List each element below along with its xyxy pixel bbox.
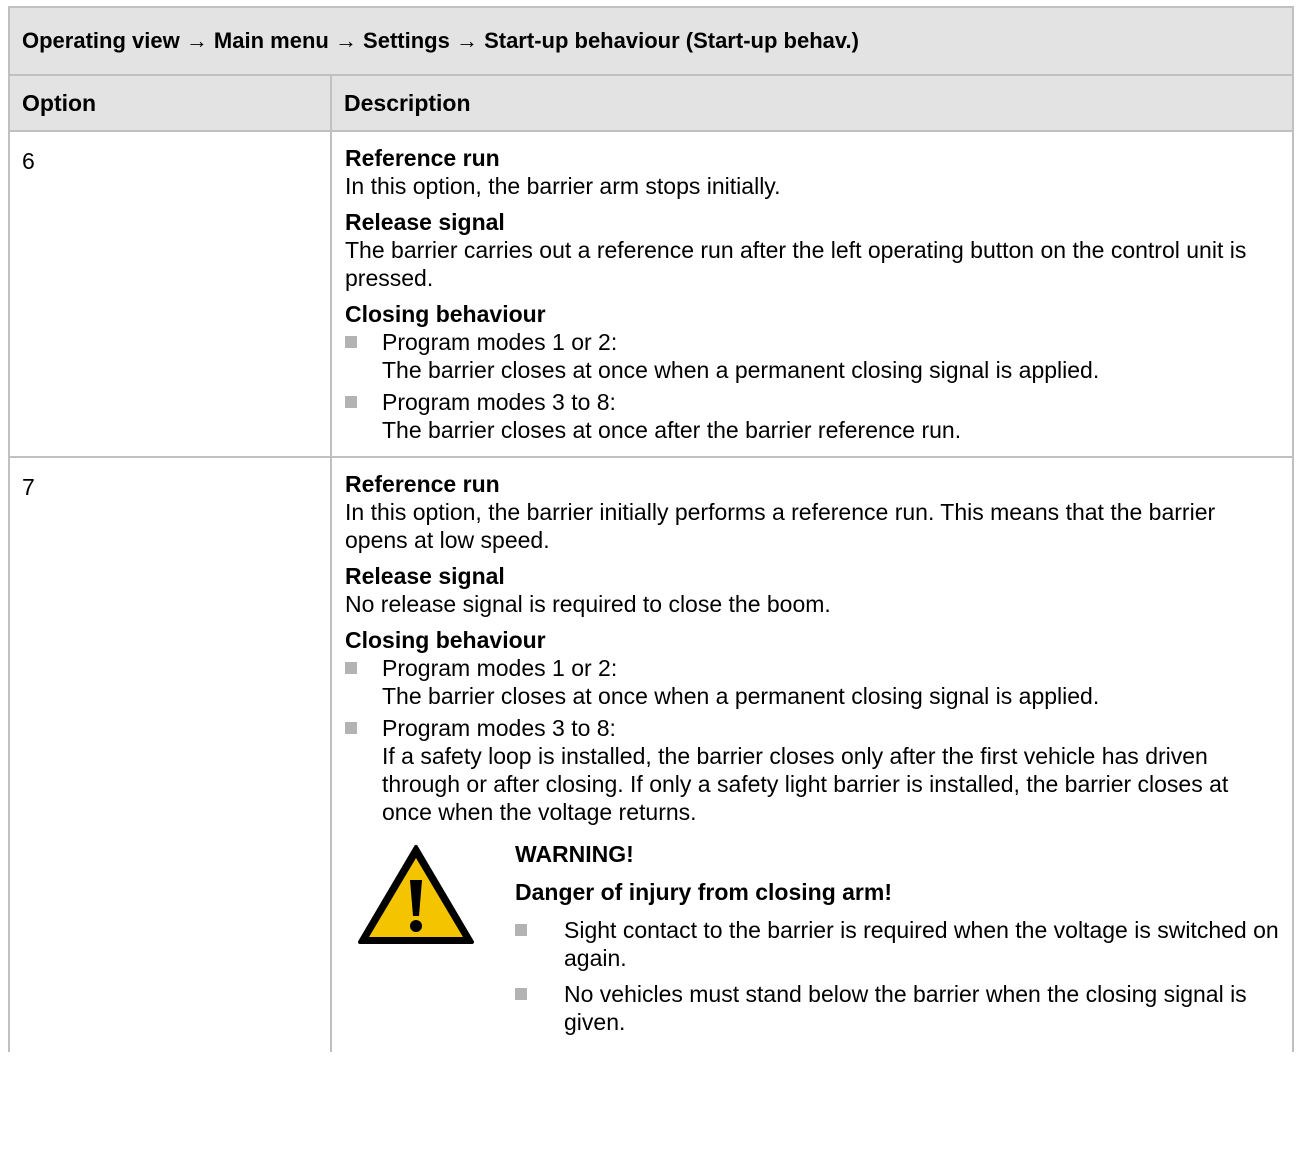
option-description: Reference run In this option, the barrie… — [330, 130, 1294, 458]
warning-list: Sight contact to the barrier is required… — [515, 916, 1280, 1036]
table-row: 7 Reference run In this option, the barr… — [8, 456, 1294, 1052]
program-mode: Program modes 3 to 8: — [382, 389, 616, 415]
warning-triangle-icon — [358, 845, 474, 944]
section-text: The barrier carries out a reference run … — [345, 237, 1247, 291]
section-heading: Reference run — [345, 471, 500, 497]
program-mode-text: The barrier closes at once when a perman… — [382, 357, 1100, 383]
bullet-square-icon — [345, 396, 357, 408]
bullet-square-icon — [345, 336, 357, 348]
column-header-row: Option Description — [8, 74, 1294, 132]
list-item: No vehicles must stand below the barrier… — [515, 980, 1280, 1036]
section-text: In this option, the barrier arm stops in… — [345, 173, 781, 199]
table-row: 6 Reference run In this option, the barr… — [8, 130, 1294, 458]
program-mode: Program modes 1 or 2: — [382, 329, 618, 355]
column-header-description: Description — [330, 74, 1294, 132]
program-mode-text: The barrier closes at once when a perman… — [382, 683, 1100, 709]
bullet-square-icon — [345, 662, 357, 674]
list-item: Sight contact to the barrier is required… — [515, 916, 1280, 972]
closing-list: Program modes 1 or 2: The barrier closes… — [345, 328, 1280, 444]
warning-title: WARNING! — [515, 841, 634, 867]
option-value: 7 — [8, 456, 332, 1052]
settings-table: Operating view → Main menu → Settings → … — [8, 6, 1294, 1052]
program-mode: Program modes 1 or 2: — [382, 655, 618, 681]
program-mode-text: The barrier closes at once after the bar… — [382, 417, 962, 443]
program-mode: Program modes 3 to 8: — [382, 715, 616, 741]
list-item: Program modes 1 or 2: The barrier closes… — [345, 328, 1280, 384]
menu-path-row: Operating view → Main menu → Settings → … — [8, 6, 1294, 76]
option-value: 6 — [8, 130, 332, 458]
section-text: In this option, the barrier initially pe… — [345, 499, 1216, 553]
section-heading: Reference run — [345, 145, 500, 171]
section-heading: Closing behaviour — [345, 627, 546, 653]
bullet-square-icon — [515, 988, 527, 1000]
menu-path: Operating view → Main menu → Settings → … — [8, 6, 1294, 76]
section-heading: Closing behaviour — [345, 301, 546, 327]
option-description: Reference run In this option, the barrie… — [330, 456, 1294, 1052]
column-header-option: Option — [8, 74, 332, 132]
closing-list: Program modes 1 or 2: The barrier closes… — [345, 654, 1280, 826]
warning-subtitle: Danger of injury from closing arm! — [515, 879, 892, 905]
warning-box: WARNING! Danger of injury from closing a… — [345, 840, 1280, 1036]
program-mode-text: If a safety loop is installed, the barri… — [382, 743, 1229, 825]
bullet-square-icon — [345, 722, 357, 734]
bullet-square-icon — [515, 924, 527, 936]
warning-item-text: No vehicles must stand below the barrier… — [564, 981, 1247, 1035]
list-item: Program modes 3 to 8: If a safety loop i… — [345, 714, 1280, 826]
list-item: Program modes 1 or 2: The barrier closes… — [345, 654, 1280, 710]
list-item: Program modes 3 to 8: The barrier closes… — [345, 388, 1280, 444]
section-text: No release signal is required to close t… — [345, 591, 831, 617]
section-heading: Release signal — [345, 563, 505, 589]
section-heading: Release signal — [345, 209, 505, 235]
warning-item-text: Sight contact to the barrier is required… — [564, 917, 1279, 971]
